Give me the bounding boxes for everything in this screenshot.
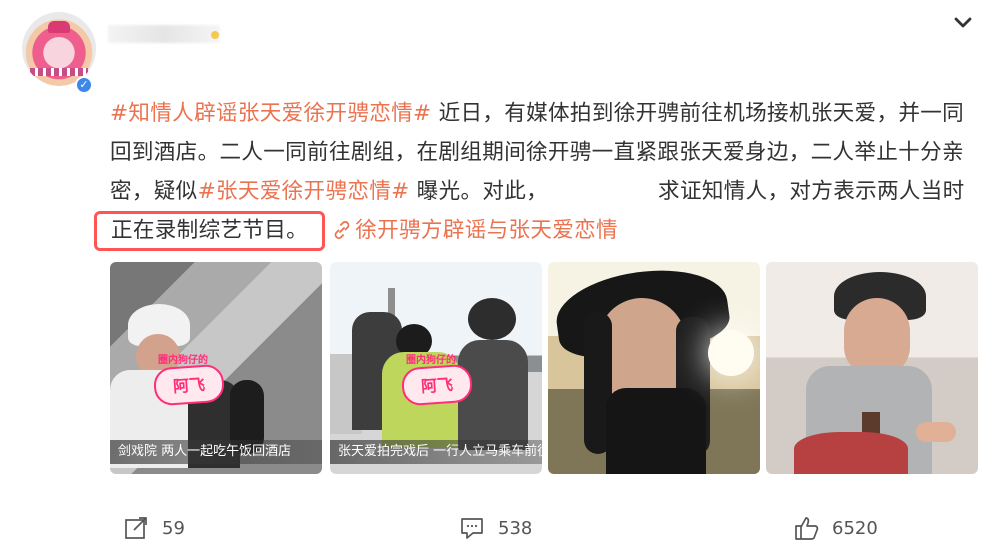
media-caption-2: 张天爱拍完戏后 一行人立马乘车前往	[330, 440, 542, 464]
highlighted-text: 正在录制综艺节目。	[94, 211, 326, 251]
username-blur[interactable]	[108, 25, 220, 43]
share-icon	[125, 517, 147, 539]
avatar[interactable]	[22, 12, 96, 86]
watermark-1: 阿飞	[152, 363, 226, 407]
comment-icon	[461, 518, 483, 539]
avatar-pattern	[30, 68, 88, 76]
media-caption-1: 剑戏院 两人一起吃午饭回酒店	[110, 440, 322, 464]
post-text-part-2: 曝光。对此，	[409, 179, 549, 204]
media-photo-1[interactable]: 阿飞 圈内狗仔的 剑戏院 两人一起吃午饭回酒店	[110, 262, 322, 474]
hidden-media-name	[548, 197, 658, 198]
chevron-down-icon	[954, 17, 972, 28]
hashtag-rumor[interactable]: #知情人辟谣张天爱徐开骋恋情#	[110, 101, 431, 126]
post-header: ✓	[0, 0, 1000, 100]
share-button[interactable]: 59	[122, 510, 185, 546]
verified-badge-icon: ✓	[75, 76, 93, 94]
like-button[interactable]: 6520	[792, 510, 878, 546]
comment-button[interactable]: 538	[458, 510, 532, 546]
post-actions: 59 538 6520	[0, 510, 1000, 552]
link-icon	[334, 221, 350, 239]
thumbs-up-icon	[795, 517, 819, 540]
share-count: 59	[162, 517, 185, 539]
comment-count: 538	[498, 517, 533, 539]
media-photo-4[interactable]	[766, 262, 978, 474]
media-photo-3[interactable]	[548, 262, 760, 474]
post-text: #知情人辟谣张天爱徐开骋恋情# 近日，有媒体拍到徐开骋前往机场接机张天爱，并一同…	[94, 94, 982, 251]
watermark-2: 阿飞	[400, 363, 474, 407]
watermark-2-top: 圈内狗仔的	[406, 355, 456, 366]
media-row: 阿飞 圈内狗仔的 剑戏院 两人一起吃午饭回酒店 阿飞 圈内狗仔的 张天爱拍完戏后…	[110, 262, 980, 474]
member-badge-icon	[211, 31, 219, 39]
post-link[interactable]: 徐开骋方辟谣与张天爱恋情	[332, 218, 618, 243]
media-photo-2[interactable]: 阿飞 圈内狗仔的 张天爱拍完戏后 一行人立马乘车前往	[330, 262, 542, 474]
post-link-label: 徐开骋方辟谣与张天爱恋情	[355, 218, 618, 243]
hashtag-romance[interactable]: #张天爱徐开骋恋情#	[198, 179, 410, 204]
like-count: 6520	[832, 517, 878, 539]
avatar-crown-icon	[48, 21, 70, 33]
watermark-1-top: 圈内狗仔的	[158, 355, 208, 366]
chevron-down-button[interactable]	[948, 8, 978, 38]
post-text-part-3: 求证知情人，对方表示两人当时	[658, 179, 965, 204]
